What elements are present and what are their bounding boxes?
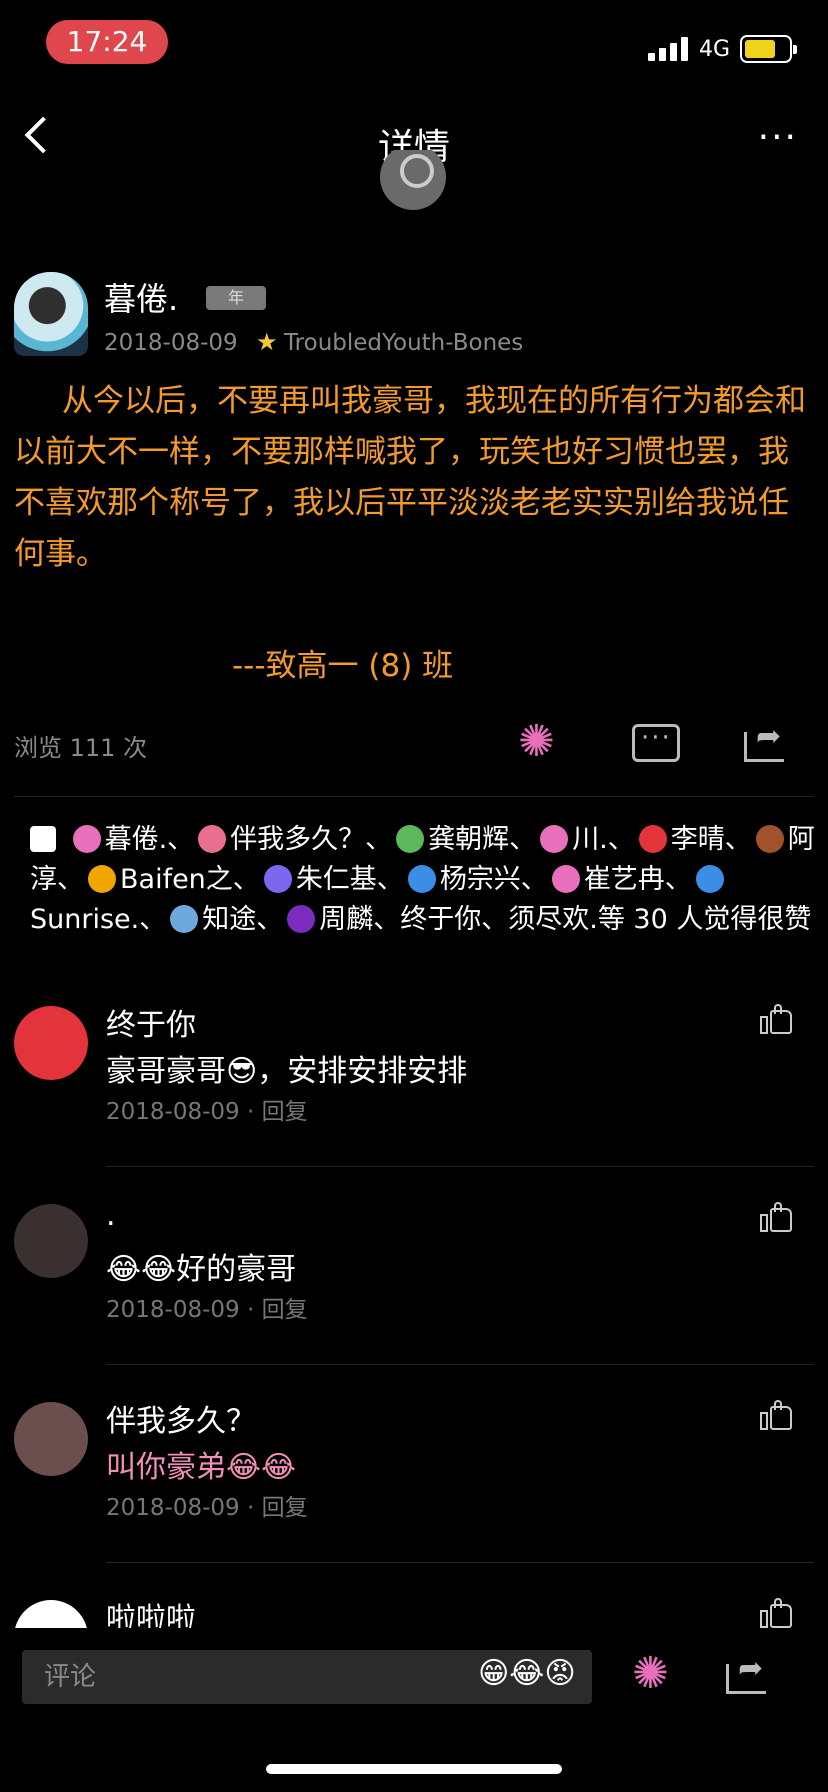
reply-link[interactable]: 回复 xyxy=(262,1495,308,1521)
firework-like-icon[interactable]: ✺ xyxy=(518,716,555,767)
likes-suffix: 等 30 人觉得很赞 xyxy=(597,904,812,935)
comment-author[interactable]: 伴我多久？ xyxy=(106,1396,256,1440)
emoji-picker[interactable]: 😁😂😡 xyxy=(478,1656,576,1691)
liker-avatar[interactable] xyxy=(695,865,724,893)
separator: · xyxy=(239,1099,262,1125)
comment-like-icon[interactable] xyxy=(760,1202,794,1232)
pull-refresh-icon xyxy=(380,150,446,210)
firework-like-icon-bottom[interactable]: ✺ xyxy=(632,1648,669,1699)
more-options-icon[interactable]: ··· xyxy=(758,120,798,156)
author-name[interactable]: 暮倦. xyxy=(104,274,178,320)
comment-text: 豪哥豪哥😎，安排安排安排 xyxy=(106,1054,468,1089)
battery-icon xyxy=(740,35,797,63)
liker-avatar[interactable] xyxy=(72,825,101,853)
comment-date: 2018-08-09 xyxy=(106,1297,240,1323)
liker-name[interactable]: 杨宗兴、 xyxy=(440,864,548,895)
comment-meta: 2018-08-09 · 回复 xyxy=(106,1290,308,1324)
liker-name[interactable]: 龚朝辉、 xyxy=(428,824,536,855)
liker-avatar[interactable] xyxy=(755,825,784,853)
liker-name[interactable]: Baifen之、 xyxy=(120,864,260,895)
liker-avatar[interactable] xyxy=(551,865,580,893)
divider xyxy=(14,796,814,797)
divider xyxy=(106,1166,814,1167)
liker-name[interactable]: 李晴、 xyxy=(671,824,752,855)
view-count: 浏览 111 次 xyxy=(14,734,148,762)
liker-avatar[interactable] xyxy=(638,825,667,853)
comment-text: 😂😂好的豪哥 xyxy=(106,1252,297,1287)
liker-avatar[interactable] xyxy=(287,905,316,933)
liker-avatar[interactable] xyxy=(88,865,116,893)
liker-name[interactable]: 伴我多久？、 xyxy=(230,824,392,855)
liker-name[interactable]: 朱仁基、 xyxy=(296,864,404,895)
author-avatar[interactable] xyxy=(14,272,88,356)
signal-icon xyxy=(648,37,690,61)
comment-meta: 2018-08-09 · 回复 xyxy=(106,1488,308,1522)
liker-name[interactable]: 须尽欢. xyxy=(508,904,598,935)
comment-avatar[interactable] xyxy=(14,1204,88,1278)
divider xyxy=(106,1562,814,1563)
divider xyxy=(106,1364,814,1365)
comment-date: 2018-08-09 xyxy=(106,1495,240,1521)
comment-avatar[interactable] xyxy=(14,1402,88,1476)
thumb-up-icon xyxy=(30,826,56,852)
comment-like-icon[interactable] xyxy=(760,1004,794,1034)
liker-name[interactable]: 终于你、 xyxy=(400,904,508,935)
post-signature: ---致高一 (8) 班 xyxy=(232,648,454,684)
home-indicator xyxy=(266,1764,562,1774)
post-tag[interactable]: TroubledYouth-Bones xyxy=(284,330,523,356)
reply-link[interactable]: 回复 xyxy=(262,1297,308,1323)
comment-like-icon[interactable] xyxy=(760,1598,794,1628)
likes-list: 暮倦.、 伴我多久？、 龚朝辉、 川.、 李晴、 阿淳、 Baifen之、 朱仁基、 杨宗兴、崔… xyxy=(30,820,820,940)
star-icon: ★ xyxy=(256,328,278,356)
comment-date: 2018-08-09 xyxy=(106,1099,240,1125)
liker-avatar[interactable] xyxy=(263,865,292,893)
comment-author[interactable]: 终于你 xyxy=(106,1000,196,1044)
comment-author[interactable]: . xyxy=(106,1198,116,1233)
liker-name[interactable]: Sunrise.、 xyxy=(30,904,166,935)
post-body: 从今以后，不要再叫我豪哥，我现在的所有行为都会和以前大不一样，不要那样喊我了，玩… xyxy=(14,383,806,572)
share-icon[interactable]: ➦ xyxy=(744,722,792,762)
post-date: 2018-08-09 xyxy=(104,330,238,356)
level-badge: 年 xyxy=(206,286,266,310)
share-icon-bottom[interactable]: ➦ xyxy=(726,1654,774,1694)
liker-avatar[interactable] xyxy=(407,865,436,893)
liker-avatar[interactable] xyxy=(396,825,425,853)
network-label: 4G xyxy=(698,37,730,62)
comment-icon[interactable] xyxy=(632,723,680,762)
liker-name[interactable]: 崔艺冉、 xyxy=(584,864,692,895)
reply-link[interactable]: 回复 xyxy=(262,1099,308,1125)
comment-avatar[interactable] xyxy=(14,1006,88,1080)
comment-like-icon[interactable] xyxy=(760,1400,794,1430)
liker-name[interactable]: 知途、 xyxy=(202,904,283,935)
liker-avatar[interactable] xyxy=(540,825,569,853)
liker-name[interactable]: 暮倦.、 xyxy=(105,824,195,855)
comment-text: 叫你豪弟😂😂 xyxy=(106,1450,297,1485)
liker-name[interactable]: 周麟、 xyxy=(319,904,400,935)
separator: · xyxy=(239,1297,262,1323)
liker-name[interactable]: 川.、 xyxy=(572,824,635,855)
comment-meta: 2018-08-09 · 回复 xyxy=(106,1092,308,1126)
liker-avatar[interactable] xyxy=(170,905,199,933)
separator: · xyxy=(239,1495,262,1521)
status-time: 17:24 xyxy=(46,20,168,64)
liker-avatar[interactable] xyxy=(198,825,227,853)
